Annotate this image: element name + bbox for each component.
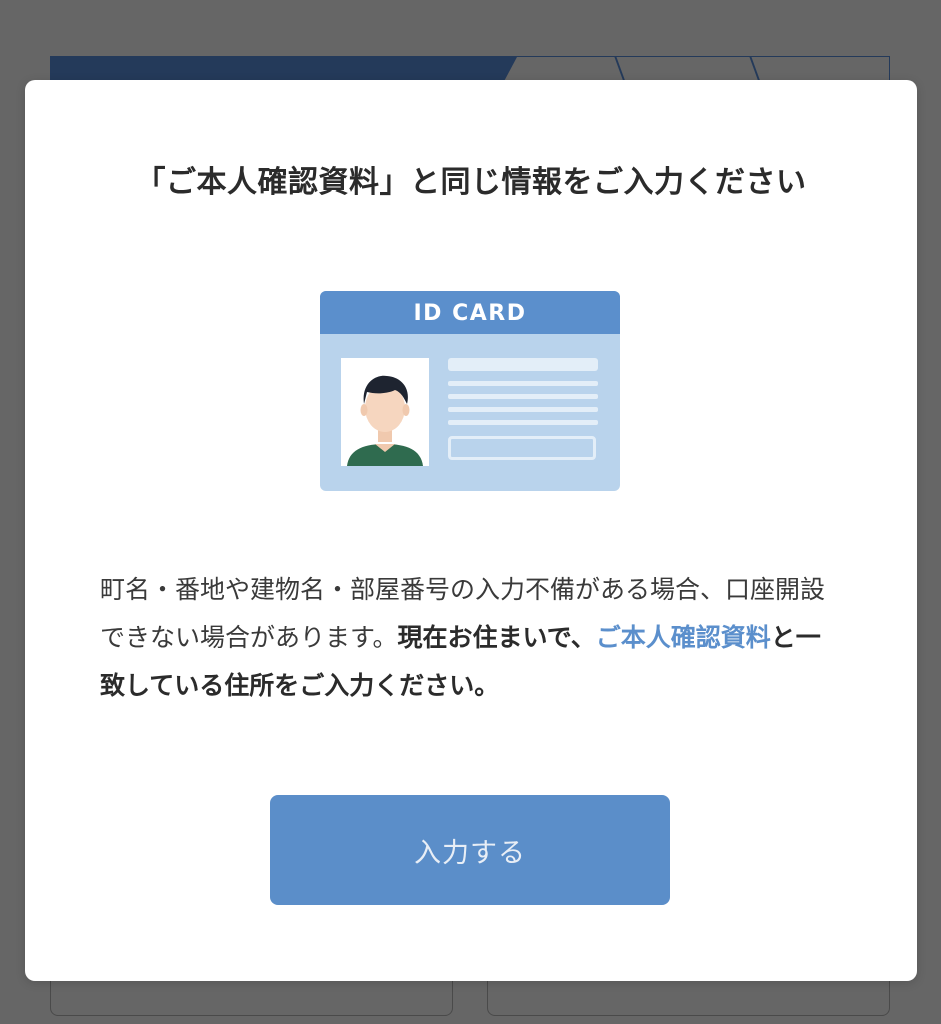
description-emphasis: 現在お住まいで、	[397, 623, 596, 652]
id-card-line	[448, 394, 598, 399]
modal-title: 「ご本人確認資料」と同じ情報をご入力ください	[135, 165, 807, 200]
id-card-line	[448, 358, 598, 371]
id-card-header: ID CARD	[320, 291, 620, 334]
id-card-line	[448, 420, 598, 425]
id-card-field-box	[448, 436, 596, 460]
person-avatar-icon	[341, 358, 429, 466]
identity-confirmation-modal: 「ご本人確認資料」と同じ情報をご入力ください ID CARD 町名・番地や建物名…	[25, 80, 917, 981]
id-card-illustration: ID CARD	[320, 291, 620, 491]
modal-description: 町名・番地や建物名・部屋番号の入力不備がある場合、口座開設できない場合があります…	[100, 566, 840, 710]
input-button[interactable]: 入力する	[270, 795, 670, 905]
id-card-line	[448, 381, 598, 386]
id-document-link[interactable]: ご本人確認資料	[596, 623, 771, 652]
id-card-line	[448, 407, 598, 412]
